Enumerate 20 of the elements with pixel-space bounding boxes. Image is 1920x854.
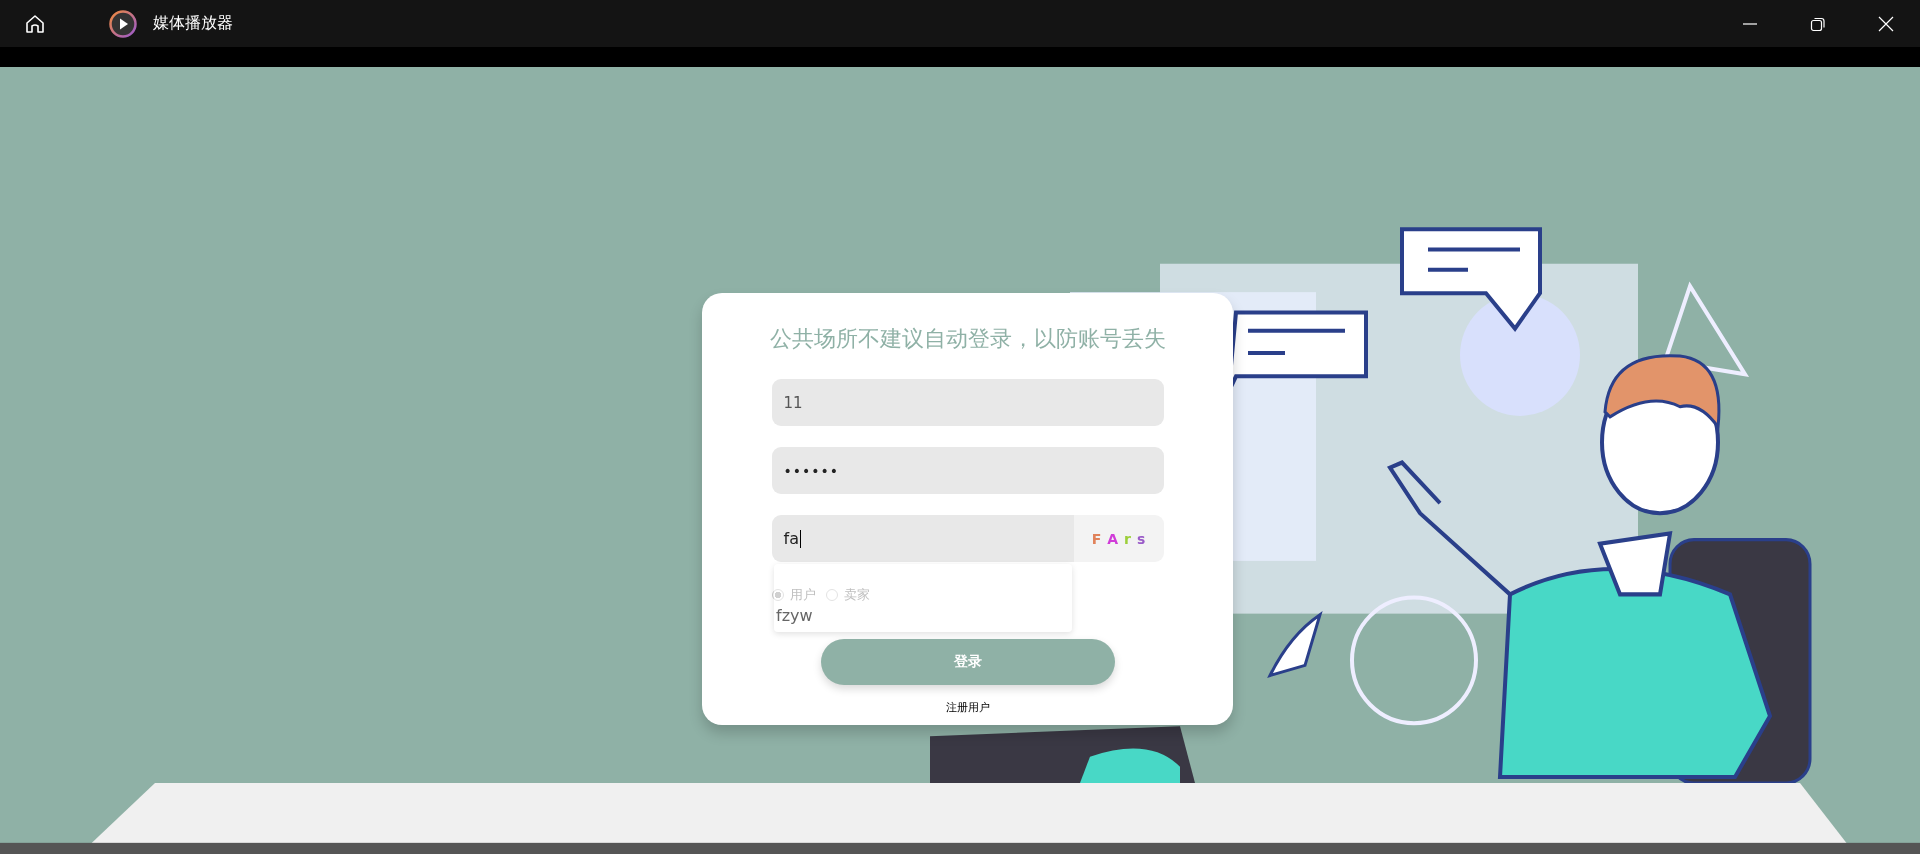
captcha-field[interactable]: fa [771,515,1074,562]
restore-icon [1810,15,1826,32]
radio-label: 卖家 [843,586,870,604]
captcha-image[interactable]: F A r s [1073,515,1164,562]
captcha-letter: F [1091,530,1102,547]
captcha-letter: s [1137,530,1146,547]
window-title: 媒体播放器 [153,13,233,34]
radio-button[interactable] [771,589,784,601]
password-field[interactable]: •••••• [771,447,1164,494]
suggestion-item[interactable]: fzyw [774,606,836,626]
register-link[interactable]: 注册用户 [945,700,990,715]
home-icon[interactable] [24,12,46,35]
play-icon [109,9,137,38]
username-field[interactable]: 11 [771,379,1164,426]
radio-label: 用户 [789,586,816,604]
notice-text: 公共场所不建议自动登录，以防账号丢失 [769,325,1166,353]
captcha-letter: A [1107,530,1119,547]
captcha-letter: r [1124,530,1131,547]
close-icon [1878,15,1894,32]
minimize-icon [1743,22,1757,25]
